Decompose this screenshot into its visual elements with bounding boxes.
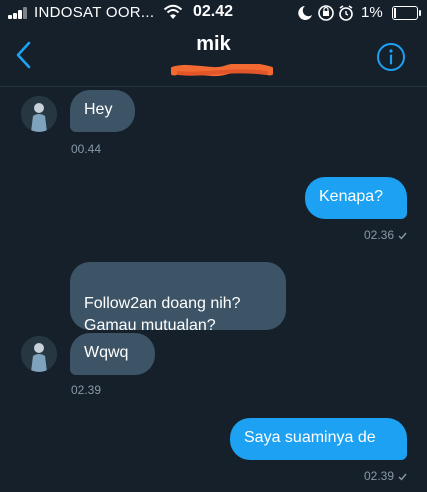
- avatar-photo: [21, 336, 57, 372]
- check-icon: [398, 473, 407, 481]
- conversation-title: mik: [196, 33, 231, 55]
- wifi-icon: [163, 4, 183, 19]
- rotation-lock-icon: [318, 5, 334, 21]
- message-status: 02.39: [364, 469, 407, 483]
- status-indicators: [298, 5, 353, 21]
- message-status: 02.36: [364, 228, 407, 242]
- battery-percentage: 1%: [361, 4, 383, 21]
- message-text: Saya suaminya de: [244, 429, 376, 446]
- message-timestamp: 02.36: [363, 228, 394, 242]
- message-bubble-incoming[interactable]: Hey: [70, 90, 135, 132]
- message-bubble-outgoing[interactable]: Kenapa?: [305, 177, 407, 219]
- status-time: 02.42: [193, 3, 234, 20]
- message-bubble-outgoing[interactable]: Saya suaminya de: [230, 418, 407, 460]
- message-text: Hey: [84, 101, 113, 118]
- message-timestamp: 02.39: [71, 383, 102, 397]
- carrier-name: INDOSAT OOR...: [34, 4, 155, 21]
- message-text: Wqwq: [84, 344, 129, 361]
- redacted-handle-scribble: [171, 64, 273, 77]
- message-bubble-incoming[interactable]: Wqwq: [70, 333, 155, 375]
- battery-level: [394, 8, 396, 18]
- info-icon[interactable]: [376, 42, 406, 72]
- moon-icon: [298, 6, 312, 20]
- conversation-header: mik: [0, 26, 427, 87]
- status-bar: INDOSAT OOR... 02.42 1%: [0, 0, 427, 26]
- avatar[interactable]: [21, 336, 57, 372]
- message-text: Kenapa?: [319, 188, 384, 205]
- message-bubble-incoming[interactable]: Follow2an doang nih? Gamau mutualan?: [70, 262, 286, 334]
- avatar[interactable]: [21, 96, 57, 132]
- message-timestamp: 02.39: [363, 469, 394, 483]
- message-timestamp: 00.44: [71, 142, 102, 156]
- avatar-photo: [21, 96, 57, 132]
- alarm-icon: [339, 5, 353, 21]
- check-icon: [398, 232, 407, 240]
- message-text: Follow2an doang nih? Gamau mutualan?: [84, 295, 241, 334]
- battery-icon: [392, 6, 421, 20]
- signal-icon: [8, 7, 30, 19]
